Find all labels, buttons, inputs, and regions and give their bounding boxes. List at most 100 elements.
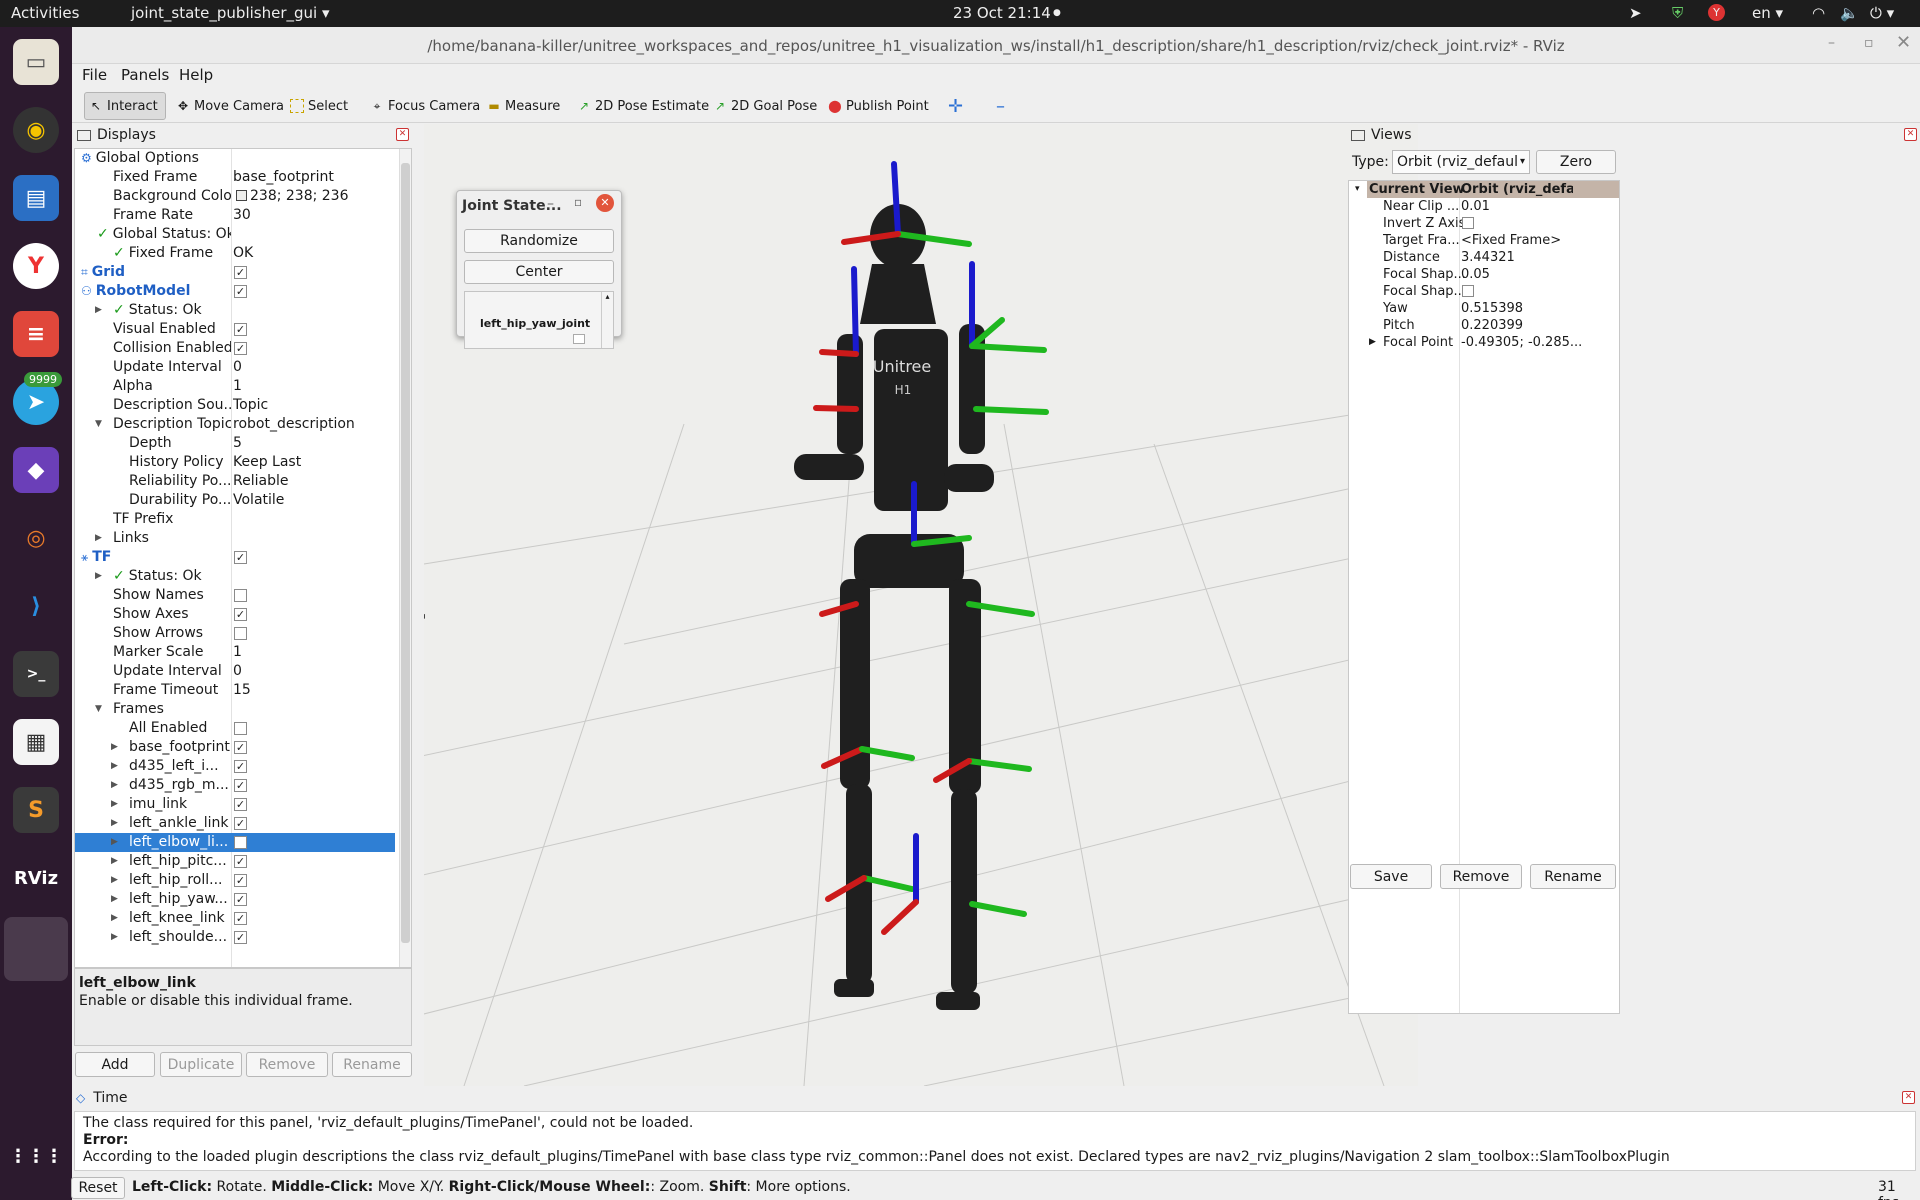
view-property-row[interactable]: Invert Z Axis	[1349, 215, 1567, 232]
ros-icon[interactable]: ◎	[13, 515, 59, 561]
goal-pose-tool[interactable]: ↗ 2D Goal Pose	[709, 92, 821, 120]
display-row[interactable]: Frame Rate 30	[75, 206, 395, 225]
display-value[interactable]: robot_description	[233, 415, 355, 434]
display-row[interactable]: ▶ d435_rgb_m... ✓	[75, 776, 395, 795]
display-value[interactable]: 30	[233, 206, 251, 225]
add-tool-button[interactable]: ✛	[944, 92, 967, 120]
display-row[interactable]: ▶ ✓ Status: Ok	[75, 567, 395, 586]
rename-view-button[interactable]: Rename	[1530, 864, 1616, 889]
save-view-button[interactable]: Save	[1350, 864, 1432, 889]
display-row[interactable]: ⌗ Grid ✓	[75, 263, 395, 282]
menu-panels[interactable]: Panels	[121, 66, 169, 84]
display-checkbox[interactable]	[234, 627, 247, 640]
view-property-row[interactable]: Distance 3.44321	[1349, 249, 1567, 266]
display-row[interactable]: ▼ Description Topic robot_description	[75, 415, 395, 434]
yandex-browser-icon[interactable]: Y	[13, 243, 59, 289]
display-row[interactable]: Update Interval 0	[75, 358, 395, 377]
measure-tool[interactable]: ▬ Measure	[483, 92, 564, 120]
display-row[interactable]: Show Names	[75, 586, 395, 605]
menu-file[interactable]: File	[82, 66, 107, 84]
expand-right-icon[interactable]: ▶	[111, 757, 118, 776]
display-checkbox[interactable]: ✓	[234, 285, 247, 298]
view-property-value[interactable]: 0.05	[1461, 266, 1490, 283]
display-row[interactable]: Visual Enabled ✓	[75, 320, 395, 339]
view-property-value[interactable]: 0.220399	[1461, 317, 1523, 334]
display-value[interactable]: Reliable	[233, 472, 288, 491]
display-row[interactable]: ▶ left_elbow_li...	[75, 833, 395, 852]
impress-icon[interactable]: ▤	[13, 175, 59, 221]
view-type-select[interactable]: Orbit (rviz_defaul ▾	[1392, 150, 1530, 174]
display-checkbox[interactable]	[234, 722, 247, 735]
display-value[interactable]: 5	[233, 434, 242, 453]
displays-close-icon[interactable]: ✕	[396, 128, 409, 141]
files-icon[interactable]: ▭	[13, 39, 59, 85]
rename-display-button[interactable]: Rename	[332, 1052, 412, 1077]
display-value[interactable]: 0	[233, 358, 242, 377]
display-row[interactable]: ▶ d435_left_i... ✓	[75, 757, 395, 776]
minimize-button[interactable]: –	[1828, 35, 1835, 51]
display-checkbox[interactable]: ✓	[234, 912, 247, 925]
display-checkbox[interactable]: ✓	[234, 551, 247, 564]
color-swatch[interactable]	[236, 190, 247, 201]
expand-right-icon[interactable]: ▶	[111, 909, 118, 928]
view-property-row[interactable]: Focal Shap...	[1349, 283, 1567, 300]
display-value[interactable]: 0	[233, 662, 242, 681]
language-indicator[interactable]: en ▾	[1752, 4, 1783, 22]
display-row[interactable]: Fixed Frame base_footprint	[75, 168, 395, 187]
sublime-text-icon[interactable]: S	[13, 787, 59, 833]
display-row[interactable]: Frame Timeout 15	[75, 681, 395, 700]
display-row[interactable]: Background Color 238; 238; 236	[75, 187, 395, 206]
expand-down-icon[interactable]: ▼	[95, 415, 102, 434]
display-row[interactable]: Show Axes ✓	[75, 605, 395, 624]
display-checkbox[interactable]: ✓	[234, 798, 247, 811]
display-row[interactable]: Reliability Po... Reliable	[75, 472, 395, 491]
jsp-close-button[interactable]: ✕	[596, 194, 614, 212]
add-display-button[interactable]: Add	[75, 1052, 155, 1077]
current-view-row[interactable]: ▾ Current View Orbit (rviz_defa...	[1355, 181, 1619, 198]
display-checkbox[interactable]: ✓	[234, 342, 247, 355]
display-checkbox[interactable]: ✓	[234, 931, 247, 944]
display-checkbox[interactable]: ✓	[234, 608, 247, 621]
view-property-value[interactable]: 0.515398	[1461, 300, 1523, 317]
displays-scrollbar[interactable]	[399, 149, 411, 967]
expand-right-icon[interactable]: ▶	[111, 795, 118, 814]
publish-point-tool[interactable]: ⬤ Publish Point	[824, 92, 933, 120]
display-checkbox[interactable]: ✓	[234, 893, 247, 906]
display-checkbox[interactable]: ✓	[234, 266, 247, 279]
display-row[interactable]: Durability Po... Volatile	[75, 491, 395, 510]
rviz-icon[interactable]: RViz	[13, 855, 59, 901]
display-checkbox[interactable]: ✓	[234, 817, 247, 830]
expand-right-icon[interactable]: ▶	[95, 529, 102, 548]
expand-right-icon[interactable]: ▶	[111, 814, 118, 833]
displays-scrollbar-thumb[interactable]	[401, 163, 410, 943]
display-value[interactable]: base_footprint	[233, 168, 334, 187]
view-property-row[interactable]: Pitch 0.220399	[1349, 317, 1567, 334]
display-row[interactable]: Collision Enabled ✓	[75, 339, 395, 358]
display-row[interactable]: Depth 5	[75, 434, 395, 453]
maximize-button[interactable]: ▫	[1864, 35, 1874, 51]
display-row[interactable]: ⚹ TF ✓	[75, 548, 395, 567]
view-property-value[interactable]: -0.49305; -0.285...	[1461, 334, 1582, 351]
volume-icon[interactable]: 🔈	[1840, 4, 1859, 22]
view-property-checkbox[interactable]	[1462, 285, 1474, 297]
display-value[interactable]: Keep Last	[233, 453, 301, 472]
activities-button[interactable]: Activities	[11, 4, 79, 22]
remove-view-button[interactable]: Remove	[1440, 864, 1522, 889]
clock[interactable]: 23 Oct 21:14	[953, 4, 1051, 22]
reset-button[interactable]: Reset	[71, 1177, 125, 1199]
display-value[interactable]: 1	[233, 643, 242, 662]
display-value[interactable]: 238; 238; 236	[233, 187, 349, 206]
wifi-icon[interactable]: ◠	[1812, 4, 1825, 22]
expand-right-icon[interactable]: ▶	[95, 301, 102, 320]
display-row[interactable]: Update Interval 0	[75, 662, 395, 681]
display-checkbox[interactable]: ✓	[234, 779, 247, 792]
menu-help[interactable]: Help	[179, 66, 213, 84]
view-property-row[interactable]: Near Clip ... 0.01	[1349, 198, 1567, 215]
display-row[interactable]: Alpha 1	[75, 377, 395, 396]
display-checkbox[interactable]: ✓	[234, 741, 247, 754]
collapse-left-icon[interactable]: ◂	[424, 611, 425, 622]
duplicate-display-button[interactable]: Duplicate	[160, 1052, 242, 1077]
jsp-vertical-scrollbar[interactable]: ▴	[601, 292, 613, 348]
expand-right-icon[interactable]: ▶	[1369, 334, 1376, 351]
view-property-checkbox[interactable]	[1462, 217, 1474, 229]
